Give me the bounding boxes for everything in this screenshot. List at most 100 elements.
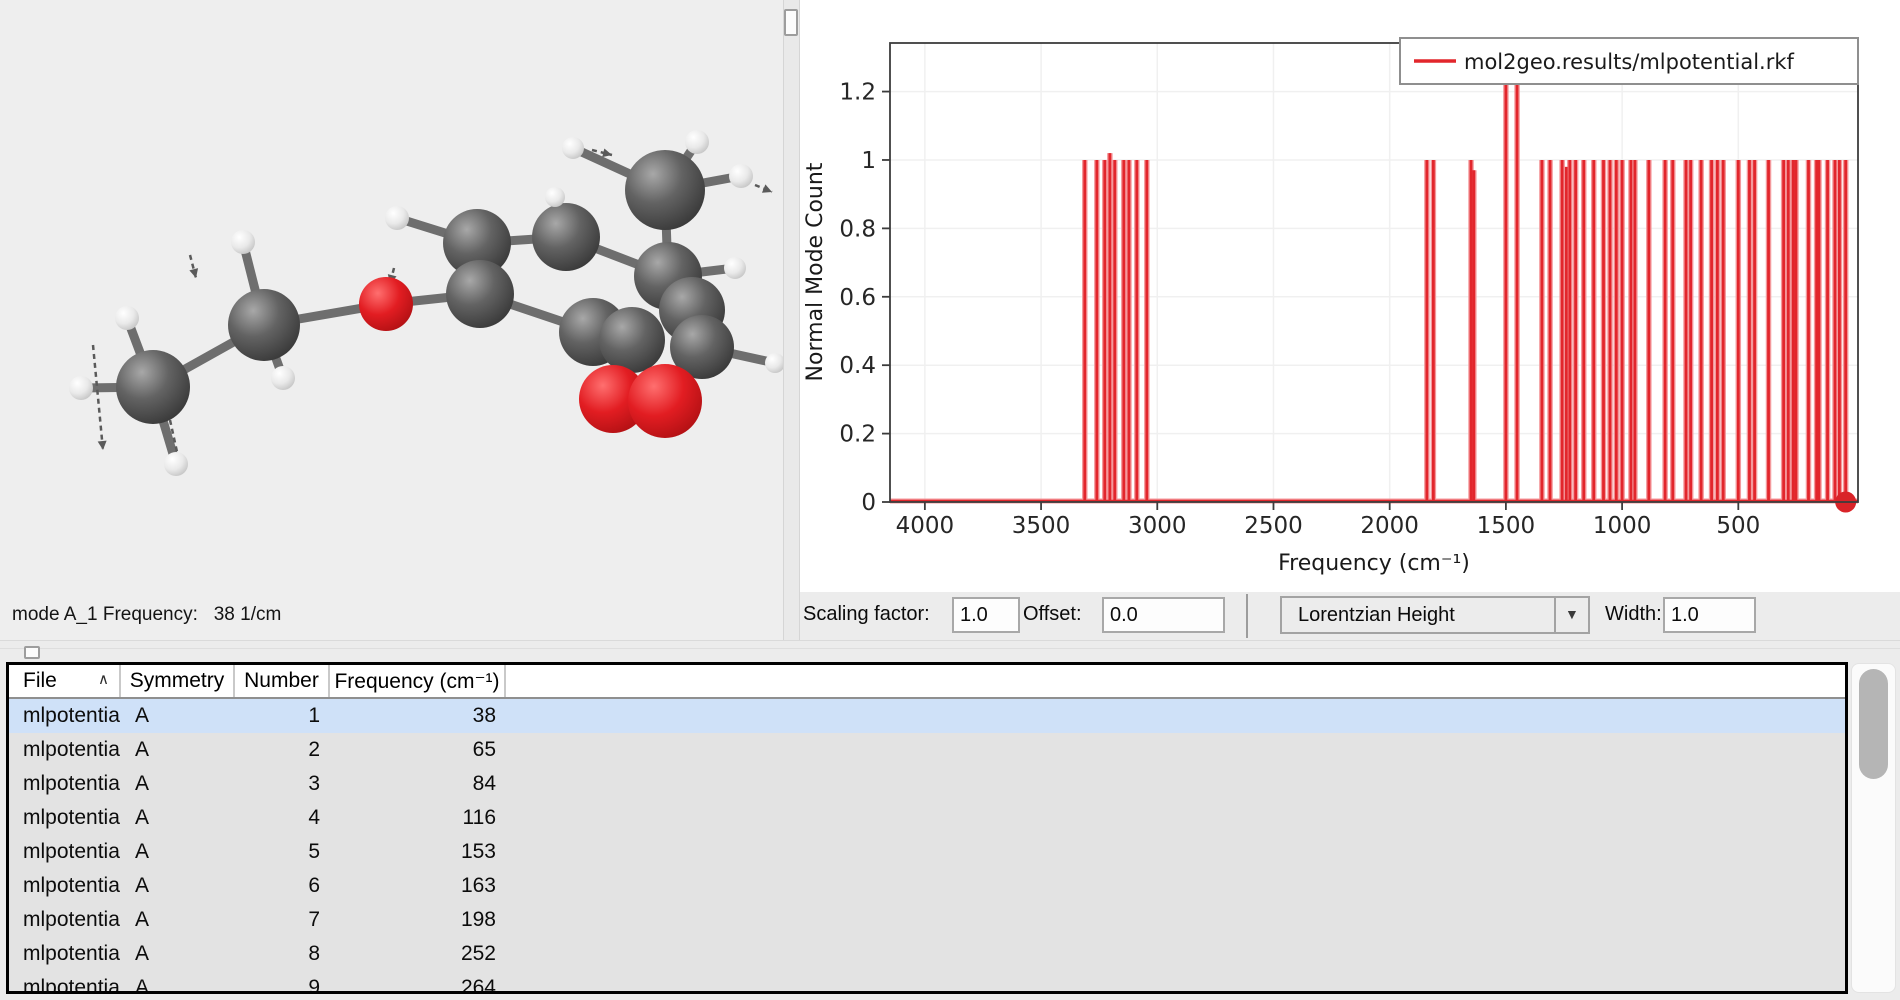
x-axis-label: Frequency (cm⁻¹) <box>1278 551 1470 576</box>
table-cell: mlpotential <box>9 874 121 898</box>
width-input[interactable] <box>1663 597 1756 633</box>
column-header-label: File <box>23 669 57 693</box>
spectrum-controls: Scaling factor: Offset: Lorentzian Heigh… <box>800 592 1900 640</box>
splitter-line <box>0 648 1900 649</box>
offset-label: Offset: <box>1023 603 1082 626</box>
table-cell: 198 <box>330 908 506 932</box>
table-cell: mlpotential <box>9 908 121 932</box>
table-cell: 264 <box>330 976 506 994</box>
normal-modes-table[interactable]: File ∧ Symmetry Number Frequency (cm⁻¹) mlpo… <box>6 662 1848 994</box>
broadening-dropdown-value: Lorentzian Height <box>1298 604 1455 627</box>
svg-text:0: 0 <box>861 490 876 516</box>
table-cell: A <box>121 976 235 994</box>
column-header-label: Number <box>244 669 319 693</box>
scaling-factor-label: Scaling factor: <box>803 603 930 626</box>
column-header-symmetry[interactable]: Symmetry <box>121 665 235 697</box>
svg-text:500: 500 <box>1716 513 1760 539</box>
atom-H[interactable] <box>562 137 584 159</box>
column-header-filler <box>506 665 1845 697</box>
scrollbar-thumb[interactable] <box>1859 669 1888 779</box>
atom-H[interactable] <box>729 164 753 188</box>
width-label: Width: <box>1605 603 1662 626</box>
atom-H[interactable] <box>545 187 565 207</box>
table-cell: 163 <box>330 874 506 898</box>
atom-C[interactable] <box>532 203 600 271</box>
atom-C[interactable] <box>116 350 190 424</box>
scaling-factor-input[interactable] <box>952 597 1020 633</box>
atom-H[interactable] <box>69 376 93 400</box>
spectrum-curve[interactable] <box>890 44 1858 513</box>
atom-H[interactable] <box>685 130 709 154</box>
table-cell: A <box>121 840 235 864</box>
svg-text:0.2: 0.2 <box>839 422 876 448</box>
table-row[interactable]: mlpotentialA265 <box>9 733 1845 767</box>
controls-divider <box>1246 594 1248 638</box>
table-cell: mlpotential <box>9 840 121 864</box>
atom-H[interactable] <box>765 353 783 373</box>
table-row[interactable]: mlpotentialA7198 <box>9 903 1845 937</box>
atom-H[interactable] <box>271 366 295 390</box>
atom-H[interactable] <box>115 306 139 330</box>
column-header-number[interactable]: Number <box>235 665 330 697</box>
mode-status-text: mode A_1 Frequency: 38 1/cm <box>12 604 281 626</box>
table-cell: 5 <box>235 840 330 864</box>
table-row[interactable]: mlpotentialA4116 <box>9 801 1845 835</box>
svg-text:3000: 3000 <box>1128 513 1187 539</box>
table-cell: 252 <box>330 942 506 966</box>
svg-text:1000: 1000 <box>1593 513 1652 539</box>
table-cell: mlpotential <box>9 942 121 966</box>
table-cell: 65 <box>330 738 506 762</box>
molecule-viewer-pane[interactable]: mode A_1 Frequency: 38 1/cm <box>0 0 783 640</box>
atom-C[interactable] <box>446 260 514 328</box>
table-cell: 2 <box>235 738 330 762</box>
plot-axes: 400035003000250020001500100050000.20.40.… <box>839 43 1858 539</box>
svg-text:0.4: 0.4 <box>839 353 876 379</box>
svg-text:1: 1 <box>861 148 876 174</box>
table-row[interactable]: mlpotentialA138 <box>9 699 1845 733</box>
dropdown-arrow-button[interactable]: ▼ <box>1554 598 1588 632</box>
spectrum-plot[interactable]: 400035003000250020001500100050000.20.40.… <box>800 0 1900 592</box>
table-cell: mlpotential <box>9 976 121 994</box>
table-row[interactable]: mlpotentialA384 <box>9 767 1845 801</box>
atom-C[interactable] <box>228 289 300 361</box>
table-scrollbar[interactable] <box>1851 663 1896 993</box>
atom-H[interactable] <box>164 452 188 476</box>
table-body: mlpotentialA138mlpotentialA265mlpotentia… <box>9 699 1845 994</box>
table-cell: mlpotential <box>9 704 121 728</box>
atom-C[interactable] <box>625 150 705 230</box>
table-cell: 38 <box>330 704 506 728</box>
column-header-label: Symmetry <box>130 669 225 693</box>
table-cell: A <box>121 874 235 898</box>
table-cell: 1 <box>235 704 330 728</box>
horizontal-splitter[interactable] <box>0 640 1900 662</box>
vertical-splitter[interactable] <box>783 0 800 640</box>
svg-text:2500: 2500 <box>1244 513 1303 539</box>
horizontal-splitter-grip[interactable] <box>24 646 40 659</box>
offset-input[interactable] <box>1102 597 1225 633</box>
column-header-frequency-cm-[interactable]: Frequency (cm⁻¹) <box>330 665 506 697</box>
atom-H[interactable] <box>724 257 746 279</box>
vertical-splitter-grip[interactable] <box>784 9 798 36</box>
molecule-3d-view[interactable] <box>0 0 783 640</box>
spectrum-plot-pane: 400035003000250020001500100050000.20.40.… <box>800 0 1900 592</box>
svg-text:3500: 3500 <box>1012 513 1071 539</box>
atom-O[interactable] <box>628 364 702 438</box>
table-row[interactable]: mlpotentialA8252 <box>9 937 1845 971</box>
atom-O[interactable] <box>359 277 413 331</box>
atom-C[interactable] <box>599 307 665 373</box>
sort-ascending-icon: ∧ <box>98 670 109 688</box>
table-cell: 3 <box>235 772 330 796</box>
atom-H[interactable] <box>385 206 409 230</box>
table-cell: 8 <box>235 942 330 966</box>
table-row[interactable]: mlpotentialA5153 <box>9 835 1845 869</box>
table-cell: 116 <box>330 806 506 830</box>
column-header-file[interactable]: File ∧ <box>9 665 121 697</box>
atom-H[interactable] <box>231 230 255 254</box>
table-row[interactable]: mlpotentialA9264 <box>9 971 1845 994</box>
table-cell: mlpotential <box>9 806 121 830</box>
table-row[interactable]: mlpotentialA6163 <box>9 869 1845 903</box>
y-axis-label: Normal Mode Count <box>803 162 828 381</box>
broadening-dropdown[interactable]: Lorentzian Height ▼ <box>1280 596 1590 634</box>
table-cell: 9 <box>235 976 330 994</box>
table-cell: A <box>121 772 235 796</box>
